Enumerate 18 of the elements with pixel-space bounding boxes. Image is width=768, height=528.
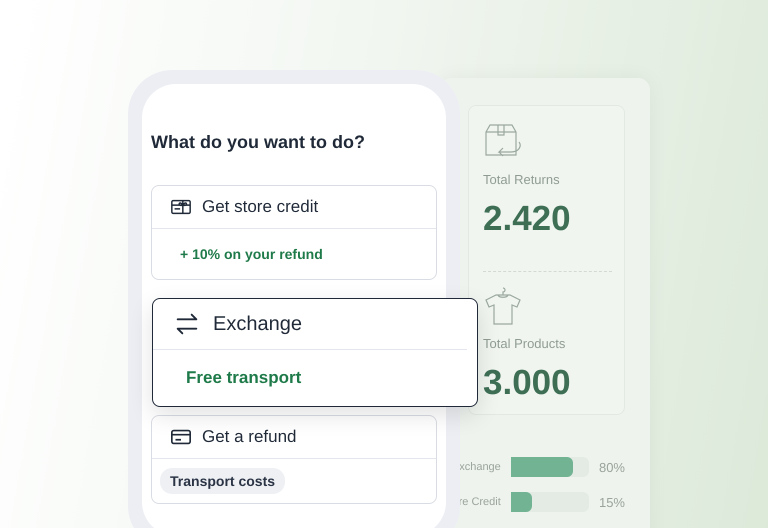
option-card[interactable]: Exchange Free transport xyxy=(152,298,478,407)
option-title: Exchange xyxy=(213,312,302,336)
option-title: Get store credit xyxy=(202,197,318,217)
option-card[interactable]: Get a refund Transport costs xyxy=(151,415,437,504)
option-card[interactable]: Get store credit + 10% on your refund xyxy=(151,185,437,280)
option-tag: Transport costs xyxy=(160,468,286,494)
stat-label: Total Products xyxy=(483,336,566,351)
stat-label: Total Returns xyxy=(483,172,560,187)
bar-percentage: 15% xyxy=(598,494,625,510)
stat-value: 3.000 xyxy=(483,363,571,403)
bar-label: xchange xyxy=(458,461,501,473)
option-note: Free transport xyxy=(186,368,302,388)
question-title: What do you want to do? xyxy=(151,132,365,153)
option-title: Get a refund xyxy=(202,427,297,447)
option-note: + 10% on your refund xyxy=(180,246,323,262)
bar-percentage: 80% xyxy=(598,460,625,474)
stat-value: 2.420 xyxy=(483,199,571,239)
t-shirt-icon xyxy=(483,286,523,326)
